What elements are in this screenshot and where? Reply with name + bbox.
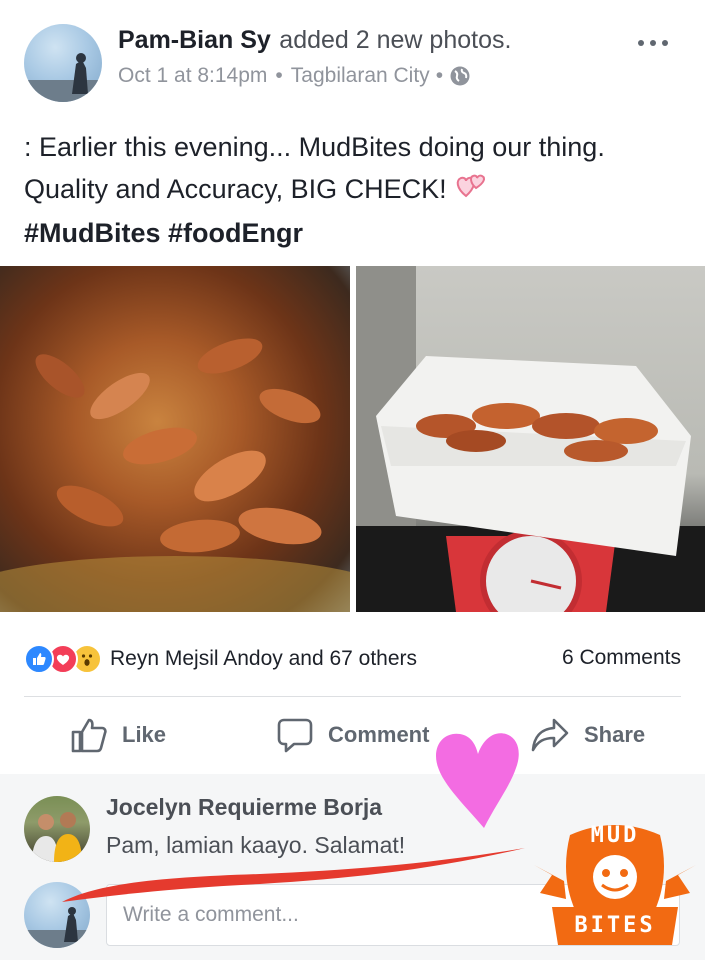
divider: [24, 696, 681, 697]
share-button[interactable]: Share: [530, 716, 645, 754]
thumbs-up-icon: [70, 716, 122, 754]
reactions-summary[interactable]: Reyn Mejsil Andoy and 67 others: [110, 647, 417, 671]
like-label: Like: [122, 722, 167, 747]
two-hearts-icon: [454, 170, 488, 212]
more-options-icon[interactable]: [636, 36, 670, 48]
globe-icon: [449, 65, 471, 87]
logo-text-top: MUD: [590, 823, 640, 848]
speech-bubble-icon: [276, 716, 328, 754]
meta-separator: •: [275, 64, 283, 87]
author-name[interactable]: Pam-Bian Sy: [118, 26, 271, 54]
pink-heart-sticker: [436, 733, 519, 828]
logo-text-bottom: BITES: [574, 913, 656, 938]
photo-crawfish-pot[interactable]: [0, 266, 350, 612]
post-date[interactable]: Oct 1 at 8:14pm: [118, 64, 267, 88]
share-label: Share: [584, 722, 646, 747]
red-underline-stroke: [62, 848, 525, 902]
post-action: added 2 new photos.: [279, 26, 512, 54]
commenter-name[interactable]: Jocelyn Requierme Borja: [106, 794, 382, 821]
comment-label: Comment: [328, 722, 430, 747]
comments-count[interactable]: 6 Comments: [562, 646, 681, 670]
post-location[interactable]: Tagbilaran City: [291, 64, 430, 88]
author-avatar[interactable]: [24, 24, 102, 102]
post-text: : Earlier this evening... MudBites doing…: [24, 132, 605, 204]
post-hashtags[interactable]: #MudBites #foodEngr: [24, 212, 684, 254]
mudbites-logo: MUD BITES: [530, 815, 700, 955]
comment-button[interactable]: Comment: [276, 716, 429, 754]
photo-crawfish-scale[interactable]: [356, 266, 705, 612]
meta-separator: •: [435, 64, 444, 87]
like-reaction-icon: [24, 644, 54, 674]
share-arrow-icon: [530, 716, 584, 754]
like-button[interactable]: Like: [70, 716, 166, 754]
